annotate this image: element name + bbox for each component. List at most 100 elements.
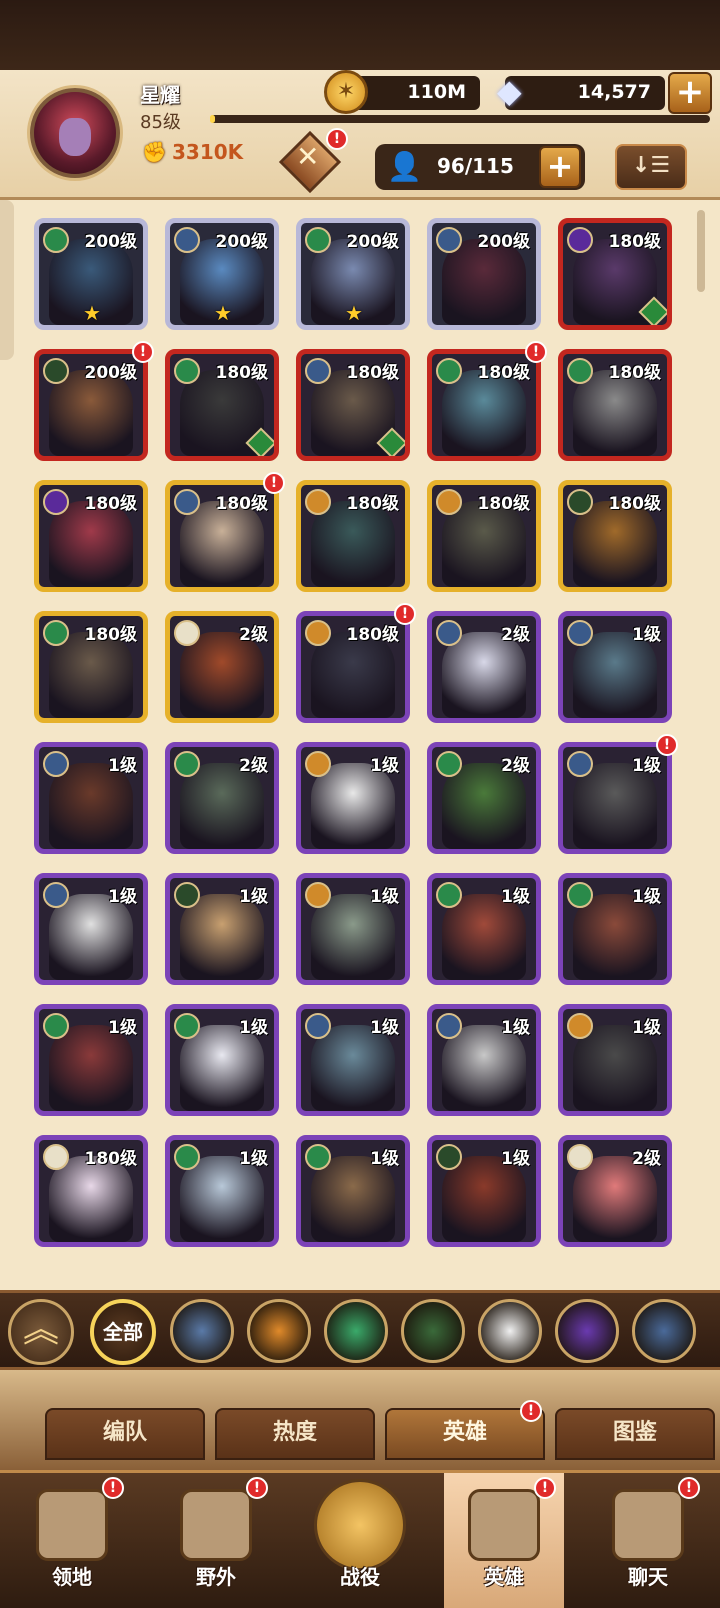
hero-card[interactable]: 1级 [165,1004,279,1116]
hero-card[interactable]: 180级 [34,611,148,723]
hero-card[interactable]: 200级 [34,349,148,461]
hero-card[interactable]: 1级 [558,611,672,723]
subtab-badge: ! [520,1400,542,1422]
scrollbar[interactable] [697,210,705,292]
hero-card[interactable]: 180级 [558,218,672,330]
wilder-faction-icon [43,620,69,646]
filter-celestial-icon[interactable] [478,1299,542,1363]
hero-card[interactable]: 1级 [558,742,672,854]
hero-level: 180级 [84,494,138,514]
hero-card[interactable]: 2级 [165,611,279,723]
filter-hypogean-icon[interactable] [555,1299,619,1363]
nav-label: 战役 [340,1565,380,1589]
mauler-faction-icon [305,489,331,515]
hero-card[interactable]: 1级 [296,1135,410,1247]
hero-capacity: 👤 96/115 + [375,144,585,190]
hero-list[interactable]: 200级 ★ 200级 ★ 200级 ★ 200级 180级 200级! 180级 180级 180级… [0,200,720,1290]
hero-card[interactable]: 2级 [427,611,541,723]
player-avatar[interactable] [30,88,120,178]
lightbearer-faction-icon [43,882,69,908]
hero-level: 1级 [632,887,661,907]
graveborn-faction-icon [174,882,200,908]
hero-card[interactable]: 180级 [165,480,279,592]
hero-level: 1级 [108,887,137,907]
nav-castle[interactable]: 领地! [12,1473,132,1608]
hero-card[interactable]: 180级 [34,480,148,592]
hero-card[interactable]: 180级 [558,349,672,461]
wilder-faction-icon [174,751,200,777]
hero-card[interactable]: 200级 [427,218,541,330]
mauler-faction-icon [436,489,462,515]
wilder-faction-icon [43,227,69,253]
hero-level: 1级 [370,756,399,776]
nav-label: 英雄 [484,1565,524,1589]
hero-card[interactable]: 200级 ★ [165,218,279,330]
hero-card[interactable]: 1级 [427,873,541,985]
hero-level: 200级 [84,363,138,383]
hero-card[interactable]: 180级 [427,349,541,461]
subtab-1[interactable]: 热度 [215,1408,375,1460]
hero-card[interactable]: 1级 [34,742,148,854]
nav-scroll[interactable]: 野外! [156,1473,276,1608]
hero-card[interactable]: 1级 [165,873,279,985]
hero-level: 1级 [108,1018,137,1038]
expand-capacity-button[interactable]: + [539,146,581,188]
person-icon: 👤 [387,150,422,183]
filter-lightbearer-icon[interactable] [170,1299,234,1363]
subtab-3[interactable]: 图鉴 [555,1408,715,1460]
castle-icon [36,1489,108,1561]
hero-level: 1级 [239,1018,268,1038]
filter-all-button[interactable]: 全部 [90,1299,156,1365]
hero-level: 200级 [215,232,269,252]
hero-alert-badge: ! [132,341,154,363]
hero-card[interactable]: 200级 ★ [34,218,148,330]
sword-icon [314,1479,406,1571]
filter-dimensional-icon[interactable] [632,1299,696,1363]
buy-gems-button[interactable]: + [668,72,712,114]
filter-graveborn-icon[interactable] [401,1299,465,1363]
celestial-faction-icon [174,620,200,646]
hero-card[interactable]: 1级 [34,873,148,985]
hero-card[interactable]: 180级 [427,480,541,592]
hero-level: 2级 [501,625,530,645]
hero-card[interactable]: 1级 [558,873,672,985]
hero-card[interactable]: 2级 [558,1135,672,1247]
hero-card[interactable]: 180级 [296,611,410,723]
hero-level: 1级 [370,1018,399,1038]
star-icon: ★ [83,301,101,325]
nav-helmet[interactable]: 英雄! [444,1473,564,1608]
hero-card[interactable]: 1级 [165,1135,279,1247]
hero-card[interactable]: 1级 [558,1004,672,1116]
hero-level: 1级 [370,1149,399,1169]
diamond-icon: ◆ [497,72,522,110]
hero-card[interactable]: 200级 ★ [296,218,410,330]
quest-button[interactable]: ✕ ! [278,128,348,194]
lightbearer-faction-icon [43,751,69,777]
hero-level: 1级 [370,887,399,907]
scroll-icon [180,1489,252,1561]
nav-chat[interactable]: 聊天! [588,1473,708,1608]
hero-card[interactable]: 1级 [296,1004,410,1116]
hero-card[interactable]: 2级 [427,742,541,854]
hero-alert-badge: ! [263,472,285,494]
hero-card[interactable]: 1级 [427,1004,541,1116]
collapse-icon[interactable]: ︽ [8,1299,74,1365]
subtab-0[interactable]: 编队 [45,1408,205,1460]
hero-card[interactable]: 1级 [296,742,410,854]
hero-card[interactable]: 1级 [427,1135,541,1247]
hero-card[interactable]: 180级 [165,349,279,461]
hero-card[interactable]: 1级 [296,873,410,985]
hero-subtabs: 编队 热度 英雄! 图鉴 [0,1370,720,1470]
filter-mauler-icon[interactable] [247,1299,311,1363]
hero-card[interactable]: 180级 [296,480,410,592]
side-handle[interactable] [0,200,14,360]
wilder-faction-icon [174,358,200,384]
nav-sword[interactable]: 战役 [300,1473,420,1608]
sort-button[interactable]: ↓☰ [615,144,687,190]
hero-card[interactable]: 180级 [34,1135,148,1247]
filter-wilder-icon[interactable] [324,1299,388,1363]
hero-card[interactable]: 2级 [165,742,279,854]
hero-card[interactable]: 180级 [558,480,672,592]
hero-card[interactable]: 180级 [296,349,410,461]
hero-card[interactable]: 1级 [34,1004,148,1116]
